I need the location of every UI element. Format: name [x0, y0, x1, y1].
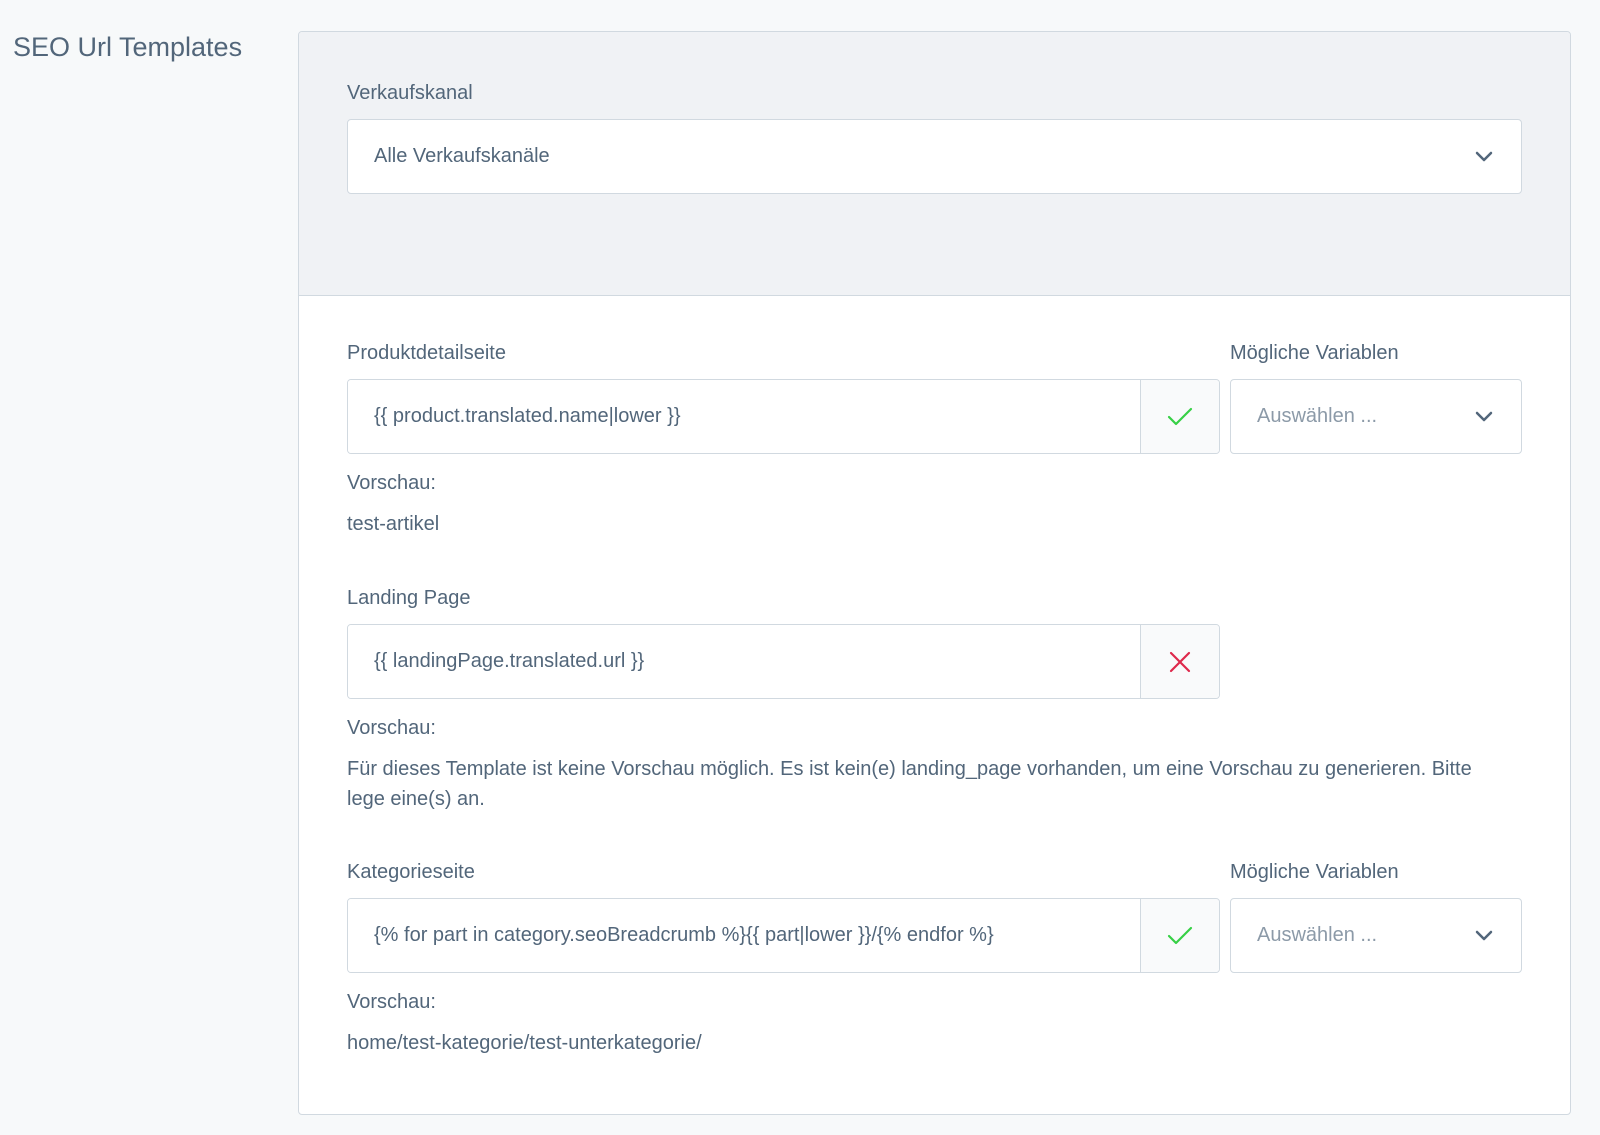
sales-channel-selected-value: Alle Verkaufskanäle: [374, 145, 550, 167]
checkmark-icon: [1167, 926, 1193, 944]
template-category-page: Kategorieseite Mögliche Variablen Auswäh…: [347, 859, 1522, 973]
template-status: [1140, 899, 1219, 972]
templates-section: Produktdetailseite Mögliche Variablen Au…: [299, 296, 1570, 1058]
variables-select[interactable]: Auswählen ...: [1230, 379, 1522, 454]
template-input-group: [347, 898, 1220, 973]
variables-select[interactable]: Auswählen ...: [1230, 898, 1522, 973]
chevron-down-icon: [1475, 151, 1493, 161]
variables-placeholder: Auswählen ...: [1257, 405, 1378, 427]
preview-label: Vorschau:: [347, 717, 436, 739]
preview-label: Vorschau:: [347, 991, 436, 1013]
variables-label: Mögliche Variablen: [1230, 861, 1399, 883]
variables-placeholder: Auswählen ...: [1257, 924, 1378, 946]
template-input-group: [347, 379, 1220, 454]
template-input[interactable]: [348, 625, 1140, 698]
template-status: [1140, 380, 1219, 453]
template-input[interactable]: [348, 899, 1140, 972]
preview-label: Vorschau:: [347, 472, 436, 494]
preview-value: Für dieses Template ist keine Vorschau m…: [347, 758, 1472, 810]
x-icon: [1169, 651, 1191, 672]
template-input-group: [347, 624, 1220, 699]
chevron-down-icon: [1475, 411, 1493, 421]
sales-channel-label: Verkaufskanal: [347, 82, 473, 104]
template-label: Produktdetailseite: [347, 342, 506, 364]
preview-value: test-artikel: [347, 513, 440, 535]
checkmark-icon: [1167, 407, 1193, 425]
template-label: Landing Page: [347, 587, 471, 609]
sales-channel-select[interactable]: Alle Verkaufskanäle: [347, 119, 1522, 194]
template-status: [1140, 625, 1219, 698]
template-product-detail: Produktdetailseite Mögliche Variablen Au…: [347, 340, 1522, 454]
template-input[interactable]: [348, 380, 1140, 453]
template-label: Kategorieseite: [347, 861, 475, 883]
sales-channel-section: Verkaufskanal Alle Verkaufskanäle: [299, 32, 1570, 296]
page-title: SEO Url Templates: [13, 32, 243, 62]
preview-value: home/test-kategorie/test-unterkategorie/: [347, 1032, 702, 1054]
chevron-down-icon: [1475, 930, 1493, 940]
seo-url-templates-card: Verkaufskanal Alle Verkaufskanäle Produk…: [298, 31, 1571, 1115]
variables-label: Mögliche Variablen: [1230, 342, 1399, 364]
template-landing-page: Landing Page: [347, 585, 1522, 699]
